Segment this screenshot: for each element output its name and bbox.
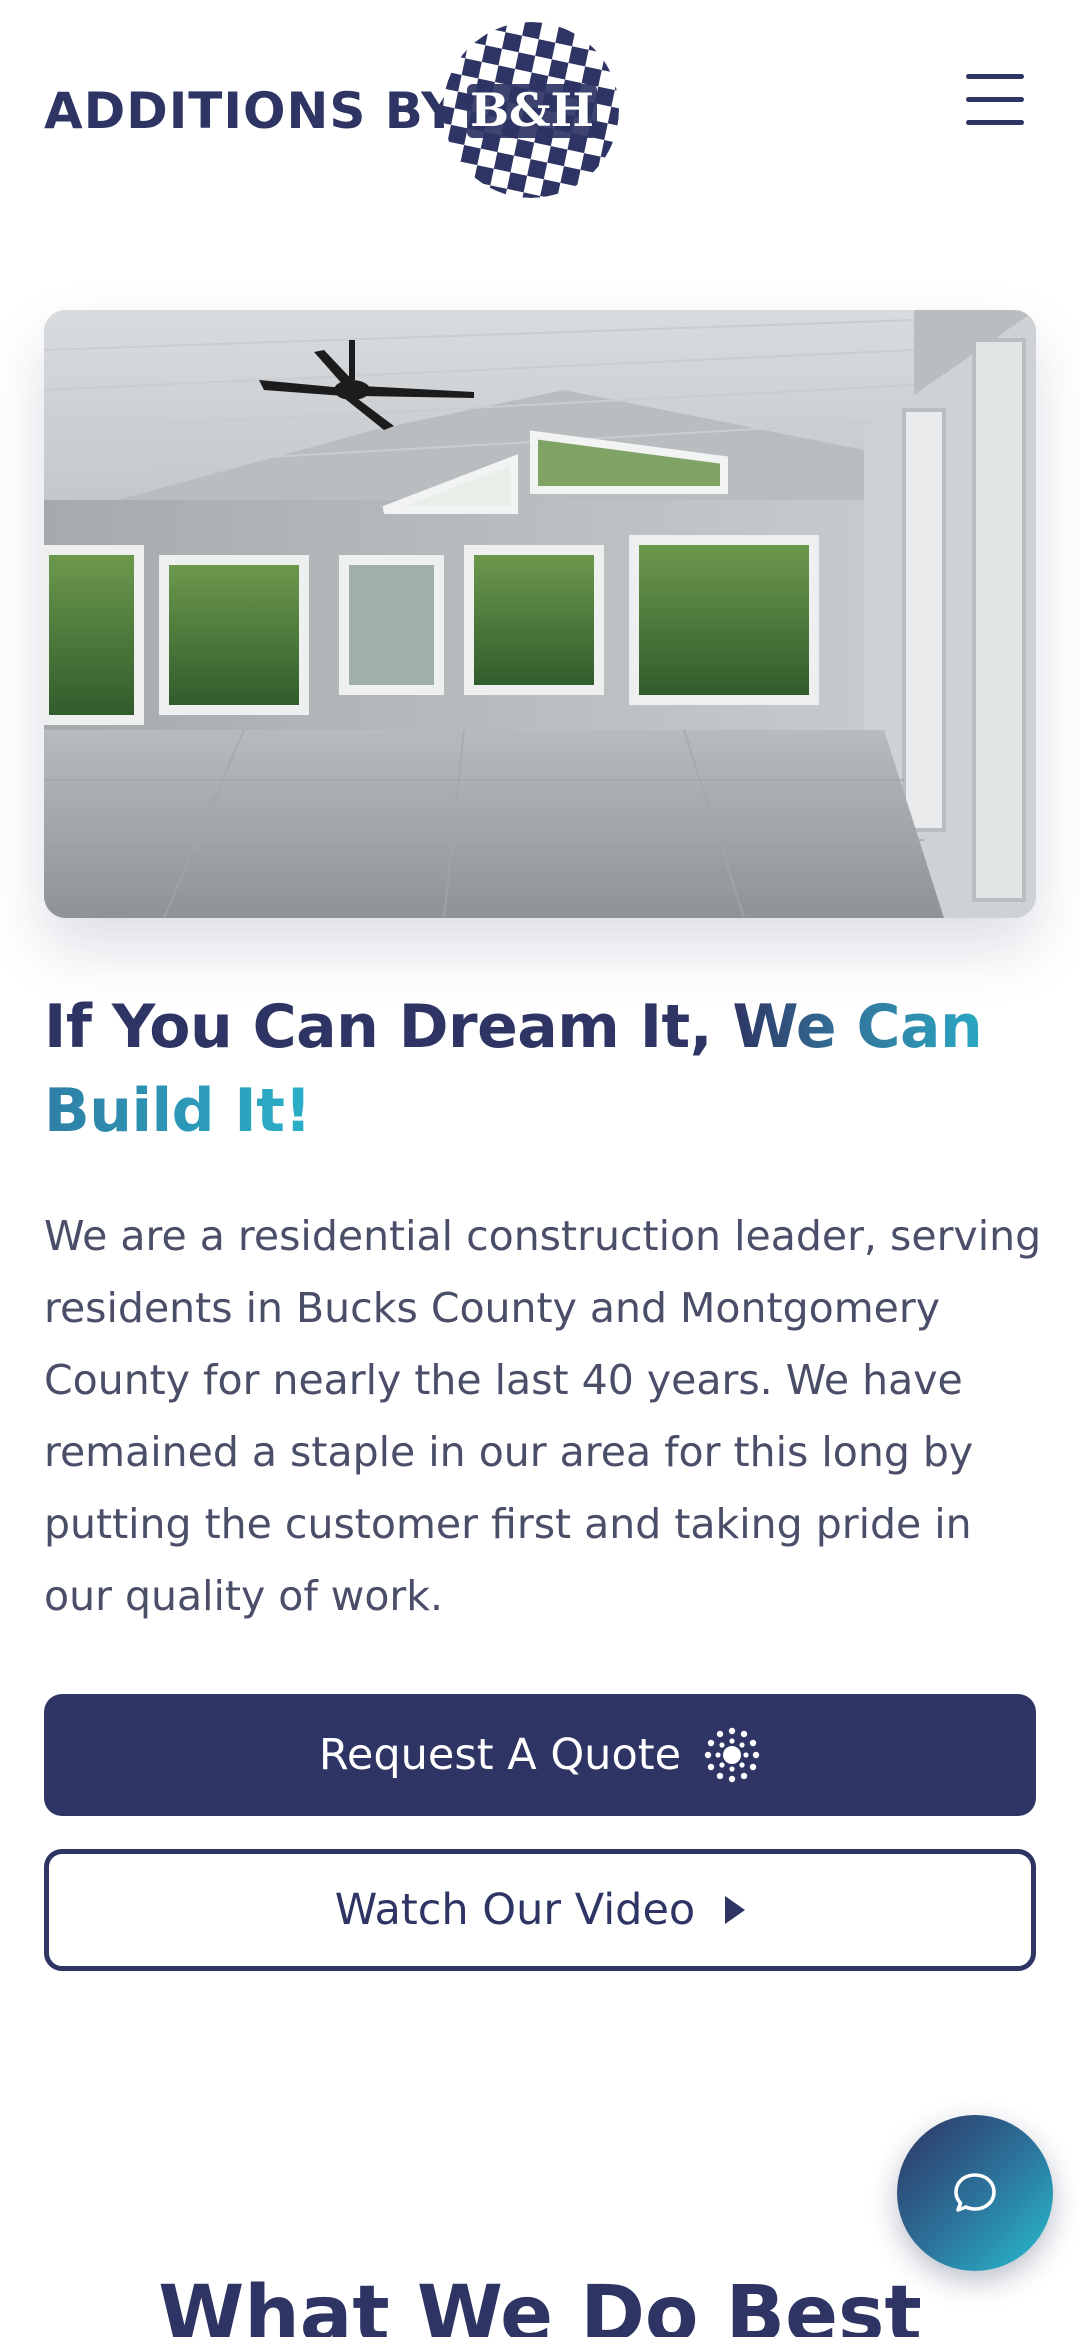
logo-text: ADDITIONS BY	[44, 81, 459, 140]
watch-video-button[interactable]: Watch Our Video	[44, 1849, 1036, 1971]
headline-part1: If You Can Dream It,	[44, 992, 733, 1062]
section-title: What We Do Best	[158, 2270, 922, 2337]
intro-paragraph: We are a residential construction leader…	[44, 1212, 1042, 1620]
headline-part2: We Can	[732, 992, 983, 1062]
hero-image	[44, 310, 1036, 918]
headline-part3: Build It!	[44, 1076, 312, 1146]
logo-badge-text: B&H	[470, 83, 594, 137]
page: ADDITIONS BY B&H If You Can Dream It, We…	[0, 0, 1080, 2337]
request-quote-button[interactable]: Request A Quote	[44, 1694, 1036, 1816]
chat-bubble-icon	[954, 2173, 996, 2212]
sunroom-photo	[44, 310, 1036, 918]
site-header: ADDITIONS BY B&H	[0, 0, 1080, 220]
checkered-logo-badge: B&H	[443, 22, 619, 198]
spinner-icon	[704, 1727, 760, 1783]
hamburger-menu-icon[interactable]	[966, 74, 1028, 130]
site-logo[interactable]: ADDITIONS BY B&H	[44, 18, 634, 203]
watch-video-label: Watch Our Video	[334, 1885, 696, 1935]
chat-button[interactable]	[897, 2115, 1053, 2271]
request-quote-label: Request A Quote	[318, 1730, 682, 1780]
hero-headline: If You Can Dream It, We Can Build It!	[44, 985, 1034, 1153]
play-icon	[725, 1896, 746, 1924]
